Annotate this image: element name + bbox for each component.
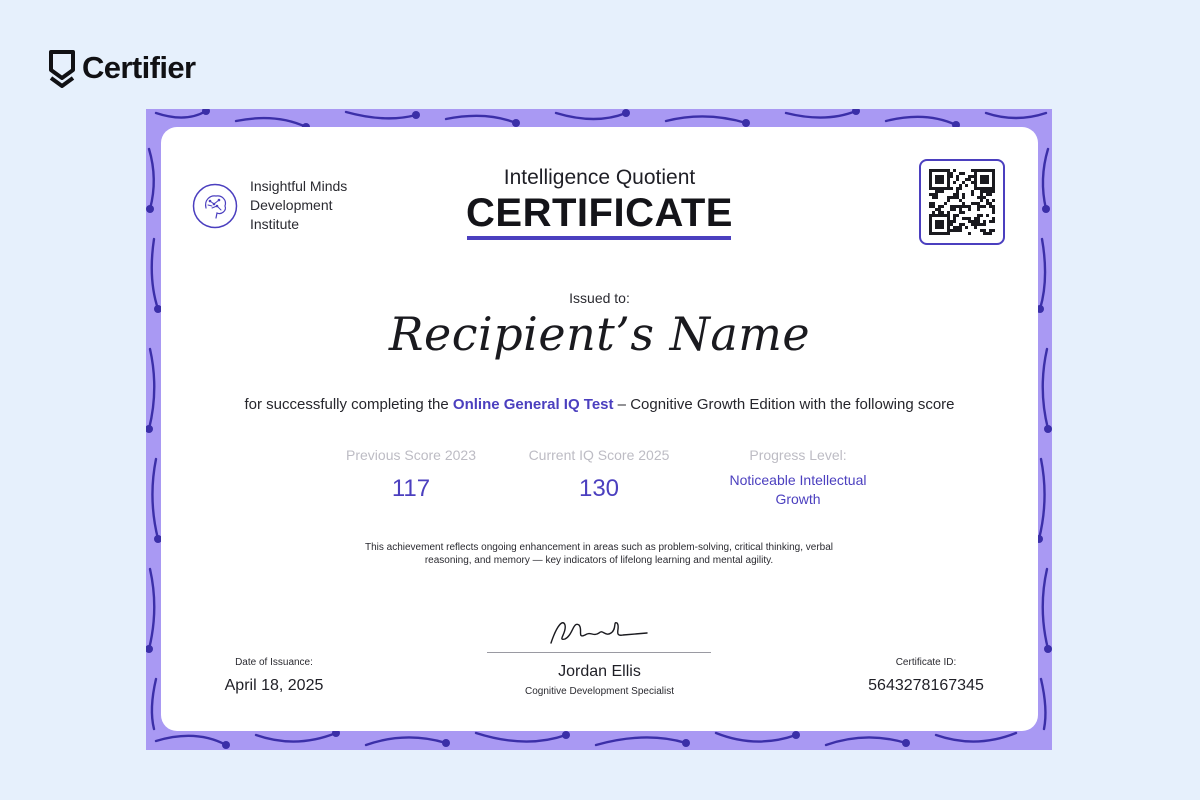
heading-title: CERTIFICATE [466, 191, 733, 235]
test-name: Online General IQ Test [452, 396, 614, 413]
issued-to-label: Issued to: [569, 290, 630, 306]
achievement-description: This achievement reflects ongoing enhanc… [364, 542, 834, 566]
issue-date-value: April 18, 2025 [224, 677, 324, 694]
certifier-shield-icon [49, 50, 75, 88]
metric-progress-level: Progress Level: Noticeable Intellectual … [729, 447, 867, 507]
heading-subtitle: Intelligence Quotient [503, 166, 696, 189]
metric-current-score: Current IQ Score 2025 130 [528, 447, 670, 502]
brand-logo: Certifier [48, 48, 196, 88]
issue-date-label: Date of Issuance: [235, 657, 313, 668]
qr-code-image [929, 169, 995, 235]
certificate-card: Insightful Minds Development Institute I… [161, 127, 1038, 731]
recipient-name: Recipient’s Name [388, 307, 811, 361]
certificate-id-label: Certificate ID: [895, 657, 957, 668]
certificate-id-value: 5643278167345 [868, 677, 984, 694]
metric-previous-score: Previous Score 2023 117 [346, 447, 476, 502]
signature-line [487, 652, 711, 653]
signature-icon [550, 621, 648, 644]
completion-statement: for successfully completing the Online G… [244, 396, 955, 413]
heading-underline [467, 236, 731, 240]
qr-code-icon[interactable] [919, 159, 1005, 245]
brand-name: Certifier [82, 50, 196, 85]
